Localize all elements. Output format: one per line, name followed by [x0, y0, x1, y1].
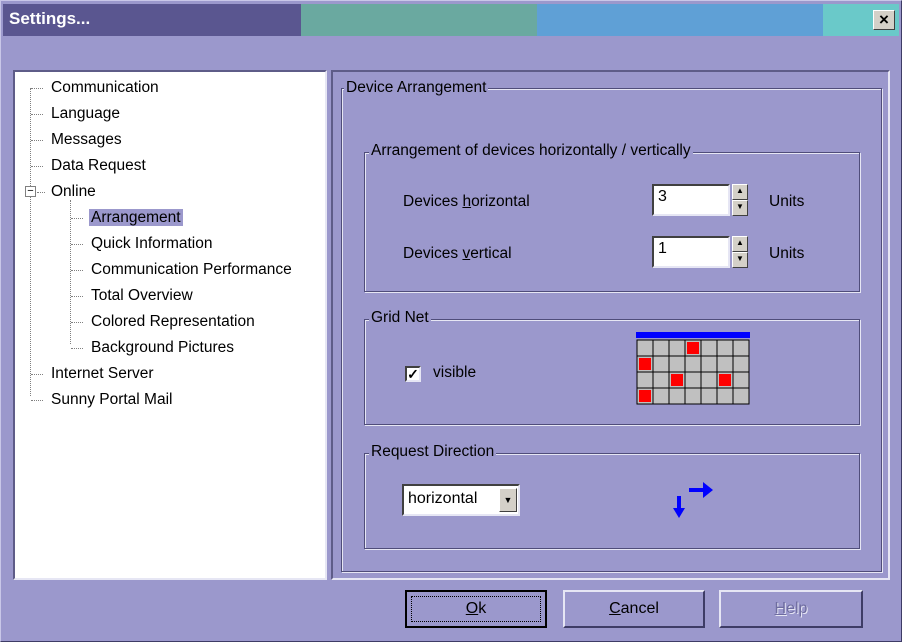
grid-preview-cell — [732, 387, 750, 405]
window-title: Settings... — [9, 9, 91, 28]
grid-preview-cell — [716, 339, 734, 357]
devices-vertical-label: Devices vertical — [403, 245, 512, 262]
spin-down-icon[interactable]: ▼ — [732, 252, 748, 268]
grid-preview-highlight — [639, 390, 651, 402]
arrangement-group-title: Arrangement of devices horizontally / ve… — [369, 142, 693, 160]
arrangement-group: Arrangement of devices horizontally / ve… — [364, 142, 860, 292]
tree-connector — [31, 88, 43, 89]
horizontal-unit-label: Units — [769, 193, 805, 210]
tree-connector — [71, 218, 83, 219]
collapse-icon[interactable]: − — [25, 186, 36, 197]
grid-net-title: Grid Net — [369, 309, 431, 327]
devices-vertical-spinner[interactable]: ▲ ▼ — [732, 236, 748, 268]
grid-preview-cell — [684, 371, 702, 389]
grid-preview-highlight — [671, 374, 683, 386]
request-direction-title: Request Direction — [369, 443, 497, 461]
grid-net-group: Grid Net ✓ visible — [364, 309, 860, 425]
request-direction-group: Request Direction horizontal ▼ — [364, 443, 860, 549]
tree-connector — [31, 374, 43, 375]
grid-preview-cell — [700, 371, 718, 389]
device-arrangement-group: Device Arrangement Arrangement of device… — [341, 79, 882, 572]
tree-item-online[interactable]: Online — [49, 181, 98, 203]
grid-preview-cell — [684, 387, 702, 405]
spin-down-icon[interactable]: ▼ — [732, 200, 748, 216]
tree-item-sunny-portal-mail[interactable]: Sunny Portal Mail — [49, 389, 174, 411]
grid-preview-cell — [668, 339, 686, 357]
tree-item-messages[interactable]: Messages — [49, 129, 124, 151]
focus-rect — [411, 596, 541, 622]
settings-window: Settings... × Communication Language Mes… — [0, 0, 902, 642]
tree-item-internet-server[interactable]: Internet Server — [49, 363, 156, 385]
spin-up-icon[interactable]: ▲ — [732, 184, 748, 200]
grid-preview-highlight — [687, 342, 699, 354]
tree-connector — [31, 114, 43, 115]
grid-preview-cell — [652, 355, 670, 373]
grid-preview-cell — [732, 339, 750, 357]
device-arrangement-title: Device Arrangement — [344, 79, 489, 97]
tree-connector — [71, 348, 83, 349]
tree-connector — [71, 270, 83, 271]
tree-item-communication-performance[interactable]: Communication Performance — [89, 259, 294, 281]
tree-item-arrangement[interactable]: Arrangement — [89, 207, 183, 229]
devices-vertical-input[interactable]: 1 — [652, 236, 730, 268]
tree-item-colored-representation[interactable]: Colored Representation — [89, 311, 257, 333]
check-icon: ✓ — [407, 366, 419, 382]
tree-connector — [31, 400, 43, 401]
grid-preview-cell — [652, 339, 670, 357]
grid-preview-cell — [668, 387, 686, 405]
grid-preview-highlight — [639, 358, 651, 370]
tree-connector — [71, 244, 83, 245]
grid-visible-label: visible — [433, 364, 477, 381]
grid-preview-highlight — [719, 374, 731, 386]
devices-horizontal-label: Devices horizontal — [403, 193, 530, 210]
grid-preview-icon — [636, 332, 750, 405]
tree-connector — [31, 166, 43, 167]
tree-item-background-pictures[interactable]: Background Pictures — [89, 337, 236, 359]
devices-horizontal-spinner[interactable]: ▲ ▼ — [732, 184, 748, 216]
grid-preview-cell — [732, 355, 750, 373]
tree-connector — [37, 192, 45, 193]
grid-preview-cell — [700, 355, 718, 373]
grid-preview-titlebar — [636, 332, 750, 338]
vertical-unit-label: Units — [769, 245, 805, 262]
cancel-button[interactable]: Cancel — [563, 590, 705, 628]
grid-preview-cell — [732, 371, 750, 389]
devices-horizontal-input[interactable]: 3 — [652, 184, 730, 216]
title-bar[interactable]: Settings... × — [3, 4, 899, 36]
tree-connector — [30, 88, 31, 396]
close-icon: × — [879, 10, 889, 29]
tree-connector — [31, 140, 43, 141]
help-button[interactable]: Help — [719, 590, 863, 628]
grid-visible-checkbox[interactable]: ✓ — [405, 366, 421, 382]
close-button[interactable]: × — [873, 10, 895, 30]
ok-button[interactable]: Ok — [405, 590, 547, 628]
grid-preview-cell — [700, 387, 718, 405]
grid-preview-cell — [652, 387, 670, 405]
grid-preview-cell — [636, 371, 654, 389]
tree-connector — [71, 322, 83, 323]
tree-item-communication[interactable]: Communication — [49, 77, 161, 99]
chevron-down-icon[interactable]: ▼ — [499, 488, 517, 512]
grid-preview-cell — [636, 339, 654, 357]
grid-preview-cell — [668, 355, 686, 373]
tree-item-quick-information[interactable]: Quick Information — [89, 233, 214, 255]
grid-preview-cell — [684, 355, 702, 373]
direction-arrows-icon — [673, 482, 713, 518]
spin-up-icon[interactable]: ▲ — [732, 236, 748, 252]
grid-preview-cell — [652, 371, 670, 389]
tree-item-language[interactable]: Language — [49, 103, 122, 125]
tree-connector — [71, 296, 83, 297]
settings-panel: Device Arrangement Arrangement of device… — [331, 70, 890, 580]
grid-preview-cell — [716, 355, 734, 373]
request-direction-select[interactable]: horizontal ▼ — [402, 484, 520, 516]
tree-item-data-request[interactable]: Data Request — [49, 155, 148, 177]
settings-tree[interactable]: Communication Language Messages Data Req… — [13, 70, 327, 580]
grid-preview-cell — [700, 339, 718, 357]
grid-preview-cell — [716, 387, 734, 405]
tree-item-total-overview[interactable]: Total Overview — [89, 285, 195, 307]
